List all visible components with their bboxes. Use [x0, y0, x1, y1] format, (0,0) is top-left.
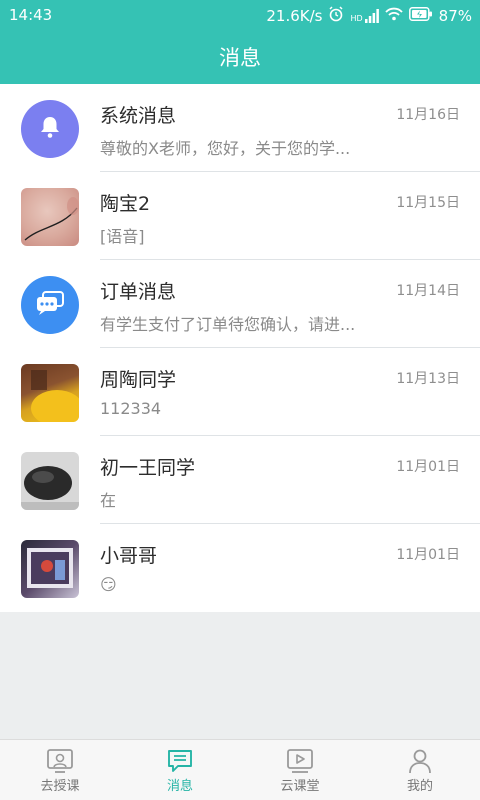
avatar-photo — [21, 540, 79, 598]
bell-icon — [37, 114, 63, 144]
message-item-system[interactable]: 系统消息 11月16日 尊敬的X老师，您好，关于您的学... — [0, 84, 480, 172]
bottom-tab-bar: 去授课 消息 云课堂 我的 — [0, 739, 480, 800]
alarm-icon — [328, 6, 344, 26]
contact-name: 初一王同学 — [100, 457, 196, 479]
message-item[interactable]: 小哥哥 11月01日 😏 — [0, 524, 480, 612]
contact-name: 陶宝2 — [100, 193, 151, 215]
message-item-order[interactable]: 订单消息 11月14日 有学生支付了订单待您确认，请进... — [0, 260, 480, 348]
battery-icon — [408, 7, 433, 25]
avatar-photo — [21, 364, 79, 422]
tab-label: 我的 — [406, 779, 433, 794]
message-preview: 112334 — [100, 399, 162, 418]
tab-mine[interactable]: 我的 — [360, 740, 480, 800]
avatar-photo — [21, 452, 79, 510]
page-title: 消息 — [219, 46, 261, 70]
message-icon — [168, 750, 192, 772]
signal-icon: HD — [350, 9, 379, 23]
signal-hd-label: HD — [350, 14, 363, 23]
message-preview: 在 — [100, 491, 117, 510]
video-icon — [287, 749, 313, 773]
order-avatar — [21, 276, 79, 334]
message-date: 11月01日 — [396, 459, 460, 475]
message-preview: [语音] — [100, 227, 145, 246]
status-bar: 14:43 21.6K/s HD 87% — [0, 0, 480, 30]
person-icon — [409, 749, 431, 774]
tab-messages[interactable]: 消息 — [120, 740, 240, 800]
contact-name: 小哥哥 — [100, 545, 158, 567]
message-date: 11月16日 — [396, 107, 460, 123]
message-item[interactable]: 陶宝2 11月15日 [语音] — [0, 172, 480, 260]
contact-name: 系统消息 — [100, 105, 177, 127]
chat-icon — [35, 290, 65, 320]
message-list: 系统消息 11月16日 尊敬的X老师，您好，关于您的学... 陶宝2 11月15… — [0, 84, 480, 612]
system-avatar — [21, 100, 79, 158]
status-indicators: 21.6K/s HD 87% — [266, 6, 472, 26]
tab-label: 消息 — [166, 779, 193, 794]
tab-cloud-class[interactable]: 云课堂 — [240, 740, 360, 800]
message-preview: 尊敬的X老师，您好，关于您的学... — [100, 139, 351, 158]
message-preview: 有学生支付了订单待您确认，请进... — [100, 315, 356, 334]
message-date: 11月13日 — [396, 371, 460, 387]
network-speed: 21.6K/s — [266, 7, 323, 25]
title-bar: 消息 — [0, 30, 480, 84]
message-date: 11月14日 — [396, 283, 460, 299]
status-time: 14:43 — [9, 6, 53, 24]
battery-level: 87% — [438, 7, 472, 25]
message-item[interactable]: 初一王同学 11月01日 在 — [0, 436, 480, 524]
message-date: 11月15日 — [396, 195, 460, 211]
contact-name: 周陶同学 — [100, 369, 177, 391]
tab-label: 云课堂 — [280, 779, 320, 794]
message-preview: 😏 — [100, 575, 117, 594]
tab-teach[interactable]: 去授课 — [0, 740, 120, 800]
message-item[interactable]: 周陶同学 11月13日 112334 — [0, 348, 480, 436]
contact-name: 订单消息 — [100, 281, 177, 303]
message-date: 11月01日 — [396, 547, 460, 563]
teach-icon — [47, 749, 73, 773]
wifi-icon — [385, 7, 403, 25]
avatar-photo — [21, 188, 79, 246]
tab-label: 去授课 — [40, 779, 80, 794]
